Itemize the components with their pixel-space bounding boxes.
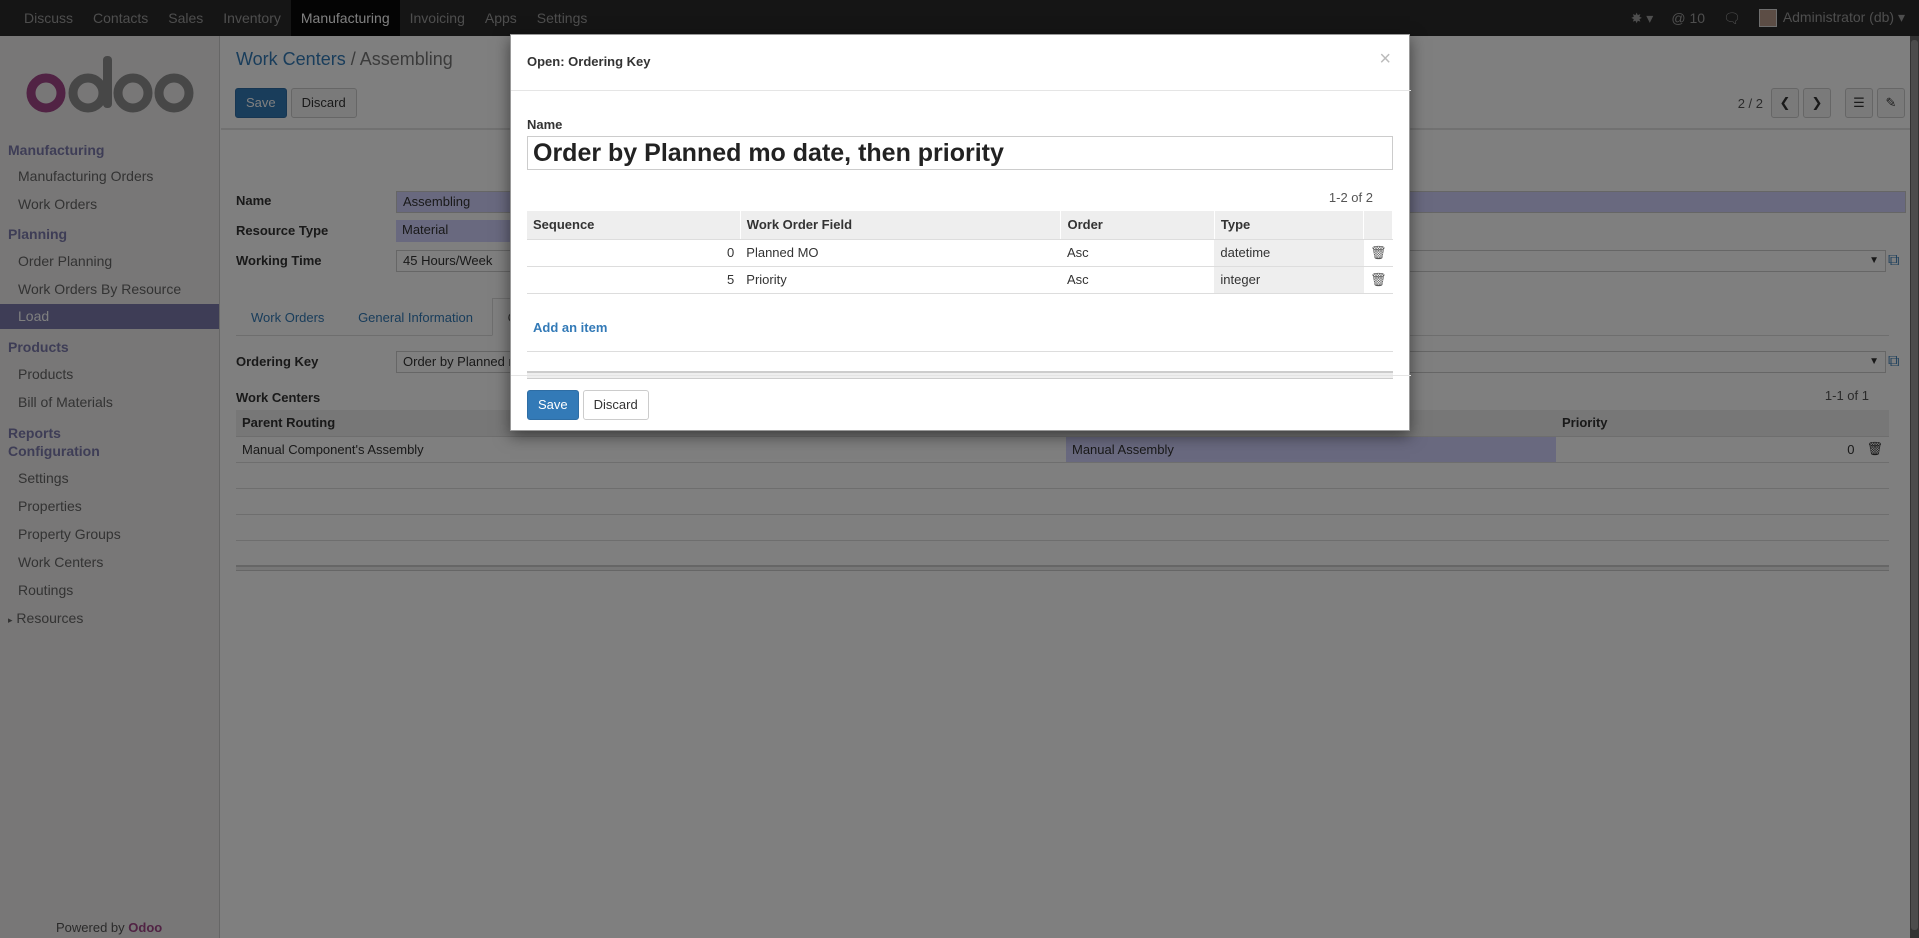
- column-header-order[interactable]: Order: [1060, 211, 1215, 240]
- dialog-header: Open: Ordering Key ×: [511, 35, 1411, 91]
- ordering-key-lines-table: Sequence Work Order Field Order Type 0 P…: [527, 211, 1393, 294]
- column-header-type[interactable]: Type: [1214, 211, 1365, 240]
- discard-button[interactable]: Discard: [582, 390, 649, 420]
- column-header-sequence[interactable]: Sequence: [527, 211, 741, 240]
- cell-type: integer: [1214, 266, 1364, 294]
- cell-sequence[interactable]: 5: [527, 266, 741, 294]
- cell-order[interactable]: Asc: [1060, 239, 1215, 267]
- cell-work-order-field[interactable]: Priority: [740, 266, 1061, 294]
- dialog-footer: Save Discard: [511, 375, 1411, 432]
- table-row[interactable]: 0 Planned MO Asc datetime 🗑: [527, 239, 1393, 267]
- add-item-link[interactable]: Add an item: [533, 320, 607, 335]
- column-header-actions: [1363, 211, 1393, 240]
- close-icon[interactable]: ×: [1379, 48, 1391, 71]
- table-row[interactable]: 5 Priority Asc integer 🗑: [527, 266, 1393, 294]
- record-count: 1-2 of 2: [1328, 190, 1373, 205]
- cell-sequence[interactable]: 0: [527, 239, 741, 267]
- dialog-title: Open: Ordering Key: [527, 54, 651, 69]
- column-header-work-order-field[interactable]: Work Order Field: [740, 211, 1062, 240]
- trash-icon[interactable]: 🗑: [1363, 239, 1393, 267]
- dialog-buttons: Save Discard: [527, 390, 649, 420]
- cell-type: datetime: [1214, 239, 1364, 267]
- cell-work-order-field[interactable]: Planned MO: [740, 239, 1061, 267]
- divider: [527, 351, 1393, 352]
- name-label: Name: [527, 117, 563, 132]
- cell-order[interactable]: Asc: [1060, 266, 1215, 294]
- trash-icon[interactable]: 🗑: [1363, 266, 1393, 294]
- ordering-key-dialog: Open: Ordering Key × Name Order by Plann…: [510, 34, 1411, 432]
- name-input[interactable]: Order by Planned mo date, then priority: [527, 136, 1393, 170]
- dialog-body: Name Order by Planned mo date, then prio…: [527, 91, 1393, 379]
- save-button[interactable]: Save: [527, 390, 579, 420]
